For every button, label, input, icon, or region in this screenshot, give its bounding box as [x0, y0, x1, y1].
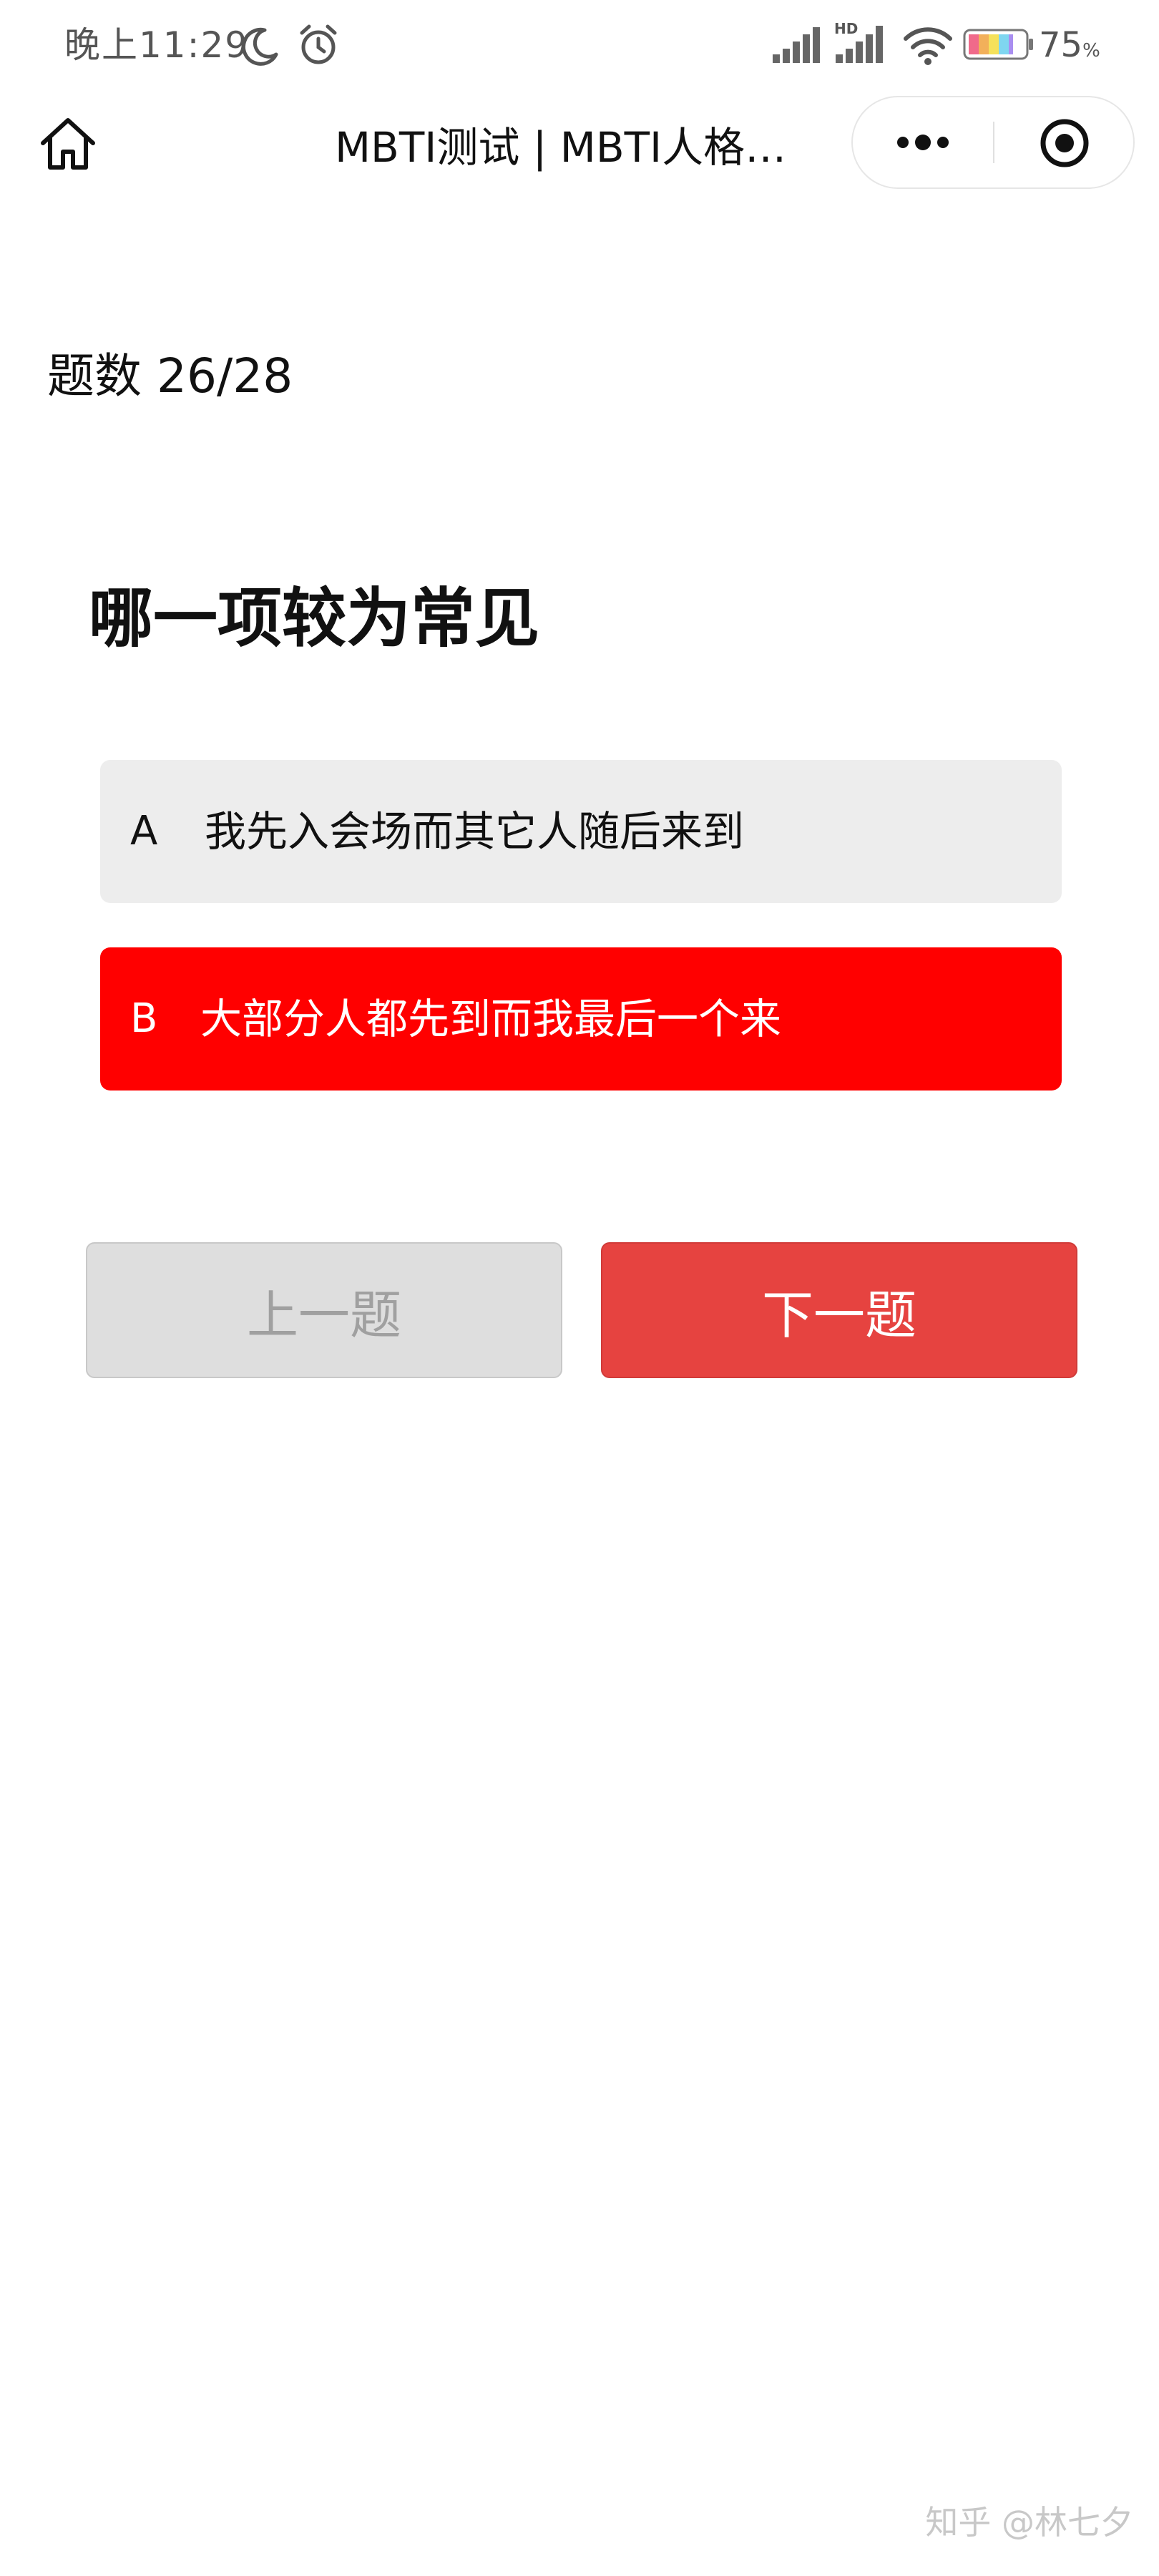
status-time: 晚上11:29 [64, 24, 250, 66]
hd-signal-icon [836, 26, 883, 63]
nav-bar: MBTI测试 | MBTI人格… [0, 90, 1159, 197]
wifi-icon [904, 27, 952, 65]
battery-level: 75% [1039, 25, 1100, 65]
signal-icon [773, 27, 820, 63]
alarm-icon [300, 24, 337, 64]
more-icon [897, 135, 949, 150]
watermark: 知乎 @林七夕 [925, 2503, 1133, 2542]
moon-icon [241, 27, 278, 66]
question-counter: 题数 26/28 [47, 348, 293, 404]
next-question-button[interactable]: 下一题 [601, 1242, 1077, 1378]
status-bar: 晚上11:29 HD 75% [0, 0, 1159, 90]
menu-capsule [851, 96, 1135, 189]
close-target-icon [1040, 119, 1089, 167]
home-icon[interactable] [36, 112, 100, 176]
option-a[interactable]: A 我先入会场而其它人随后来到 [100, 760, 1062, 903]
option-b-selected[interactable]: B 大部分人都先到而我最后一个来 [100, 947, 1062, 1091]
question-title: 哪一项较为常见 [89, 581, 539, 656]
more-button[interactable] [853, 97, 993, 187]
close-button[interactable] [994, 97, 1135, 187]
option-text: 大部分人都先到而我最后一个来 [200, 995, 782, 1043]
option-letter: B [130, 995, 158, 1042]
previous-question-button[interactable]: 上一题 [86, 1242, 562, 1378]
battery-icon [963, 29, 1033, 60]
option-letter: A [130, 808, 158, 854]
page-title: MBTI测试 | MBTI人格… [335, 123, 787, 172]
option-text: 我先入会场而其它人随后来到 [205, 807, 745, 856]
